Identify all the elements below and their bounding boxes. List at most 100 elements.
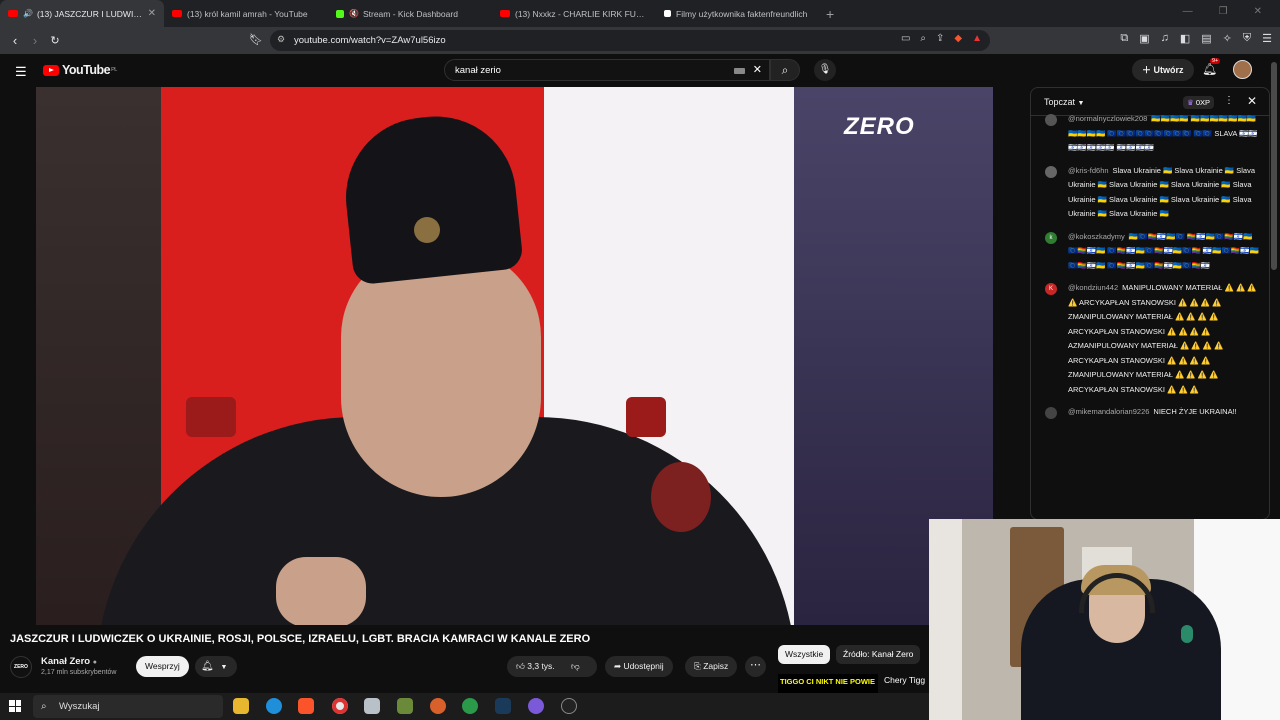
chat-message: @mikemandalorian9226 NIECH ŻYJE UKRAINA!! [1031, 403, 1259, 426]
notification-count-badge: 9+ [1210, 58, 1221, 64]
video-player[interactable]: ZERO [36, 87, 993, 625]
chat-username[interactable]: @mikemandalorian9226 [1068, 407, 1149, 416]
live-chat-panel: Topczat ▼ ♛ 0XP ⋮ ✕ @normalnyczlowiek208… [1030, 87, 1270, 520]
bookmark-icon[interactable]: 🔖︎ [249, 33, 263, 46]
chat-message: @kris-fd6hn Slava Ukrainie 🇺🇦 Slava Ukrai… [1031, 162, 1259, 228]
search-button[interactable]: ⌕ [770, 59, 800, 81]
chat-user-avatar[interactable]: k [1045, 231, 1057, 244]
notifications-button[interactable]: 🔔︎ 9+ [1202, 58, 1221, 76]
discord-icon[interactable] [528, 698, 544, 714]
browser-tab[interactable]: Filmy użytkownika faktenfreundlich [656, 0, 820, 27]
keyboard-icon[interactable] [734, 68, 745, 74]
browser-tab[interactable]: (13) król kamil amrah - YouTube [164, 0, 328, 27]
back-icon[interactable]: ‹ [5, 33, 25, 48]
muted-icon[interactable]: 🔇 [349, 9, 359, 18]
windows-taskbar: ⌕ Wyszukaj [0, 693, 929, 720]
chrome-alt-icon[interactable] [462, 698, 478, 714]
dislike-button[interactable]: 👎︎ [571, 661, 580, 671]
browser-tab[interactable]: 🔊 (13) JASZCZUR I LUDWICZEK ✕ [0, 0, 164, 27]
related-video-thumbnail[interactable]: TIGGO CI NIKT NIE POWIE [778, 674, 878, 694]
chat-user-avatar[interactable] [1045, 165, 1057, 178]
browser-tab[interactable]: 🔇 Stream - Kick Dashboard [328, 0, 492, 27]
cast-icon[interactable]: ▭ [901, 33, 910, 44]
chip-source[interactable]: Źródło: Kanał Zero [836, 645, 921, 664]
forward-icon[interactable]: › [25, 33, 45, 48]
chat-mode-dropdown[interactable]: Topczat ▼ [1044, 97, 1084, 107]
reload-icon[interactable]: ↻ [45, 34, 65, 47]
wallet-icon[interactable]: ▤ [1201, 32, 1211, 45]
browser-tab[interactable]: (13) Nxxkz - CHARLIE KIRK FUNK (Of [492, 0, 656, 27]
region-code: PL [111, 67, 117, 73]
voice-search-button[interactable]: 🎙︎ [814, 59, 836, 81]
thumbs-up-icon: 👍︎ [516, 661, 525, 671]
extensions-icon[interactable]: ⧉ [1120, 32, 1128, 45]
url-text: youtube.com/watch?v=ZAw7ul56izo [294, 35, 446, 46]
related-video-title[interactable]: Chery Tigg [884, 675, 925, 685]
subscription-bell-button[interactable]: 🔔︎ ▼ [195, 656, 237, 677]
search-icon: ⌕ [781, 63, 789, 77]
save-button[interactable]: ⎘ Zapisz [685, 656, 738, 677]
site-info-icon[interactable]: ⚙ [277, 34, 285, 45]
chat-username[interactable]: @kokoszkadymy [1068, 232, 1125, 241]
search-input[interactable]: kanał zerio ✕ [444, 59, 770, 81]
screen: 🔊 (13) JASZCZUR I LUDWICZEK ✕ (13) król … [0, 0, 1280, 720]
share-page-icon[interactable]: ⇪ [936, 33, 944, 44]
youtube-logo[interactable]: YouTube PL [43, 63, 117, 77]
edge-icon[interactable] [266, 698, 282, 714]
channel-name-text: Kanał Zero [41, 656, 91, 667]
chat-menu-icon[interactable]: ⋮ [1224, 95, 1234, 106]
hamburger-menu-icon[interactable]: ☰ [15, 64, 27, 80]
maximize-icon[interactable]: ❐ [1219, 6, 1228, 17]
obs-icon[interactable] [430, 698, 446, 714]
vpn-icon[interactable]: ⛨ [1243, 32, 1251, 45]
clear-search-icon[interactable]: ✕ [753, 63, 762, 76]
more-actions-button[interactable]: ⋯ [745, 656, 766, 677]
app-icon[interactable] [364, 698, 380, 714]
shoulder-patch [626, 397, 666, 437]
minecraft-icon[interactable] [397, 698, 413, 714]
tab-close-icon[interactable]: ✕ [148, 8, 156, 19]
audio-playing-icon[interactable]: 🔊 [23, 9, 33, 18]
create-button[interactable]: ＋ Utwórz [1132, 59, 1194, 81]
xp-badge[interactable]: ♛ 0XP [1183, 96, 1215, 109]
crown-icon: ♛ [1187, 98, 1194, 107]
menu-icon[interactable]: ☰ [1262, 32, 1272, 45]
chat-username[interactable]: @normalnyczlowiek208 [1068, 114, 1147, 123]
share-button[interactable]: ➦ Udostępnij [605, 656, 673, 677]
window-close-icon[interactable]: ✕ [1254, 6, 1262, 17]
zoom-icon[interactable]: ⌕ [920, 33, 926, 44]
taskbar-search[interactable]: ⌕ Wyszukaj [33, 695, 223, 718]
bookmark-icon: ⎘ [694, 661, 701, 671]
media-icon[interactable]: ♫ [1161, 32, 1169, 45]
obs-studio-icon[interactable] [561, 698, 577, 714]
youtube-favicon-icon [500, 10, 510, 17]
channel-avatar[interactable]: ZERO [10, 656, 32, 678]
like-button[interactable]: 👍︎ 3,3 tys. [516, 661, 555, 671]
chrome-icon[interactable] [332, 698, 348, 714]
brave-shield-icon[interactable]: ◆ [954, 33, 962, 44]
file-explorer-icon[interactable] [233, 698, 249, 714]
page-scrollbar[interactable] [1271, 62, 1277, 270]
tiktok-favicon-icon [664, 10, 671, 17]
chat-user-avatar[interactable]: K [1045, 283, 1057, 295]
windows-start-icon[interactable] [9, 700, 21, 712]
reader-icon[interactable]: ▣ [1139, 32, 1149, 45]
chip-all[interactable]: Wszystkie [778, 645, 831, 664]
chat-username[interactable]: @kondziun442 [1068, 283, 1118, 292]
chat-close-icon[interactable]: ✕ [1247, 94, 1257, 108]
minimize-icon[interactable]: — [1183, 6, 1193, 17]
address-bar[interactable]: ⚙ youtube.com/watch?v=ZAw7ul56izo ▭ ⌕ ⇪ … [270, 30, 990, 51]
rewards-icon[interactable]: ▲ [972, 33, 982, 44]
new-tab-icon[interactable]: + [826, 6, 834, 22]
chat-username[interactable]: @kris-fd6hn [1068, 166, 1109, 175]
channel-name[interactable]: Kanał Zero ● [41, 656, 97, 667]
sidebar-icon[interactable]: ◧ [1180, 32, 1190, 45]
chat-user-avatar[interactable] [1045, 407, 1057, 419]
youtube-header: ☰ YouTube PL kanał zerio ✕ ⌕ 🎙︎ ＋ Utwórz… [0, 54, 1280, 87]
brave-icon[interactable] [298, 698, 314, 714]
account-avatar[interactable] [1233, 60, 1252, 79]
support-button[interactable]: Wesprzyj [136, 656, 189, 677]
leo-ai-icon[interactable]: ✧ [1223, 32, 1232, 45]
steam-icon[interactable] [495, 698, 511, 714]
chat-user-avatar[interactable] [1045, 114, 1057, 126]
